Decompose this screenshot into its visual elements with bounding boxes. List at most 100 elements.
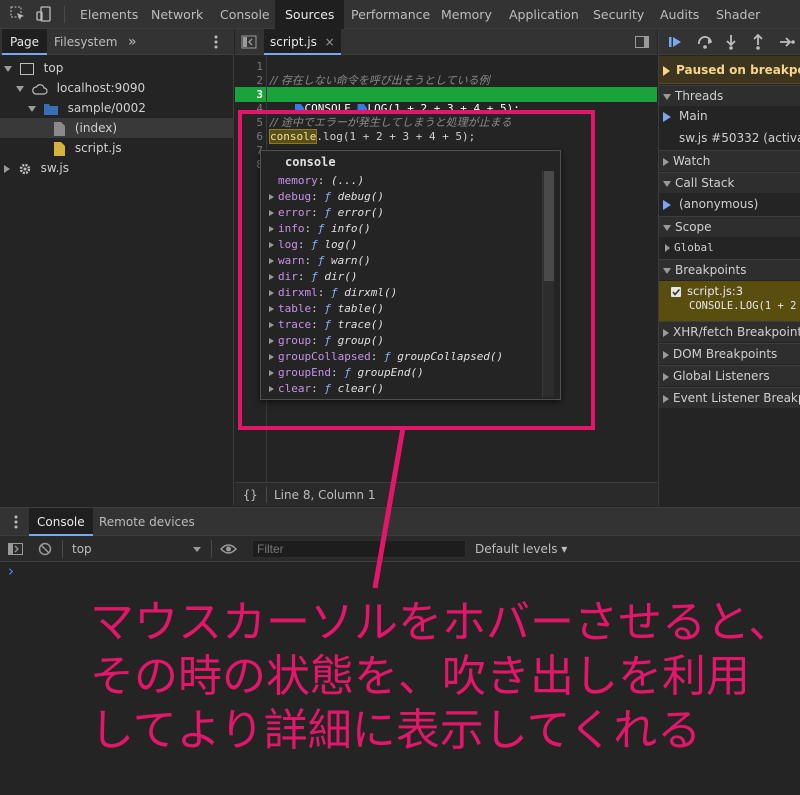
- tree-item-top[interactable]: top: [4, 58, 234, 78]
- line-number[interactable]: 2: [235, 74, 263, 88]
- chevron-down-icon[interactable]: [193, 547, 201, 552]
- tab-application[interactable]: Application: [499, 0, 589, 29]
- section-watch[interactable]: Watch: [659, 150, 800, 171]
- step-into-icon[interactable]: [725, 34, 737, 53]
- section-label: Threads: [675, 89, 724, 103]
- cursor-position: Line 8, Column 1: [274, 488, 376, 502]
- scope-global[interactable]: Global: [659, 237, 800, 258]
- drawer-tab-console[interactable]: Console: [29, 508, 93, 536]
- inspect-element-icon[interactable]: [10, 6, 26, 22]
- expand-arrow-icon: [663, 93, 671, 100]
- tree-item-sw[interactable]: sw.js: [4, 158, 234, 178]
- tab-elements[interactable]: Elements: [70, 0, 148, 29]
- device-toolbar-icon[interactable]: [36, 6, 52, 22]
- paused-icon: [663, 65, 670, 76]
- tree-item-index[interactable]: (index): [0, 118, 234, 138]
- tree-item-script[interactable]: script.js: [54, 138, 234, 158]
- section-label: Watch: [673, 154, 711, 168]
- paused-banner: Paused on breakpoint: [659, 56, 800, 84]
- close-tab-button[interactable]: ×: [325, 35, 335, 49]
- file-icon: [54, 121, 65, 136]
- more-tabs-button[interactable]: »: [120, 29, 145, 55]
- section-label: Global Listeners: [673, 369, 770, 383]
- thread-main[interactable]: Main: [659, 106, 800, 127]
- scope-label: Global: [674, 241, 714, 254]
- expand-arrow-icon: [663, 224, 671, 231]
- tab-security[interactable]: Security: [583, 0, 654, 29]
- collapse-arrow-icon: [663, 394, 669, 403]
- section-label: XHR/fetch Breakpoints: [673, 325, 800, 339]
- drawer-tab-remote-devices[interactable]: Remote devices: [91, 508, 203, 536]
- section-breakpoints[interactable]: Breakpoints: [659, 259, 800, 280]
- debugger-toolbar: [659, 29, 800, 55]
- status-divider: [266, 487, 267, 503]
- tab-memory[interactable]: Memory: [431, 0, 502, 29]
- drawer-menu-icon[interactable]: [14, 514, 18, 530]
- tab-label: script.js: [270, 35, 317, 49]
- call-frame[interactable]: (anonymous): [659, 194, 800, 215]
- step-over-icon[interactable]: [696, 34, 714, 53]
- collapse-arrow-icon: [663, 372, 669, 381]
- folder-icon: [43, 103, 58, 115]
- step-out-icon[interactable]: [752, 33, 764, 53]
- tree-label: (index): [74, 121, 118, 135]
- section-event-listener-breakpoints[interactable]: Event Listener Breakpoints: [659, 387, 800, 408]
- console-filter-input[interactable]: [252, 540, 466, 558]
- thread-sw[interactable]: sw.js #50332 (activated): [659, 128, 800, 149]
- tab-audits[interactable]: Audits: [650, 0, 709, 29]
- expand-arrow-icon: [663, 180, 671, 187]
- tree-item-folder[interactable]: sample/0002: [28, 98, 234, 118]
- navigator-tab-bar: Page Filesystem »: [0, 29, 234, 55]
- live-expression-eye-icon[interactable]: [219, 542, 238, 559]
- breakpoint-code: CONSOLE.LOG(1 + 2 + 3 + 4 + 5);: [689, 300, 800, 312]
- annotation-caption: マウスカーソルをホバーさせると、 その時の状態を、吹き出しを利用 してより詳細に…: [90, 596, 792, 758]
- toggle-debugger-icon[interactable]: [635, 35, 649, 49]
- log-levels-dropdown[interactable]: Default levels ▾: [475, 536, 567, 562]
- step-icon[interactable]: [779, 34, 795, 53]
- section-label: DOM Breakpoints: [673, 347, 778, 361]
- section-threads[interactable]: Threads: [659, 85, 800, 106]
- section-global-listeners[interactable]: Global Listeners: [659, 365, 800, 386]
- show-sidebar-icon[interactable]: [8, 542, 23, 559]
- tree-item-localhost[interactable]: localhost:9090: [16, 78, 234, 98]
- console-prompt[interactable]: ›: [8, 562, 14, 580]
- section-xhr-breakpoints[interactable]: XHR/fetch Breakpoints: [659, 321, 800, 342]
- breakpoint-item[interactable]: script.js:3 CONSOLE.LOG(1 + 2 + 3 + 4 + …: [659, 281, 800, 321]
- tree-label: sw.js: [40, 161, 70, 175]
- thread-label: Main: [679, 109, 708, 123]
- context-selector[interactable]: top: [72, 536, 92, 562]
- more-options-icon[interactable]: [214, 34, 218, 50]
- toolbar-divider: [64, 6, 65, 23]
- code-line-3: CONSOLE. LOG(1 + 2 + 3 + 4 + 5);: [268, 88, 520, 115]
- pretty-print-button[interactable]: {}: [243, 483, 257, 507]
- section-label: Breakpoints: [675, 263, 747, 277]
- file-navigator: Page Filesystem » top localhost:9090 sam…: [0, 29, 234, 506]
- line-number[interactable]: 1: [235, 60, 263, 74]
- tab-performance[interactable]: Performance: [341, 0, 440, 29]
- tab-console[interactable]: Console: [210, 0, 280, 29]
- tab-page[interactable]: Page: [2, 29, 48, 55]
- section-call-stack[interactable]: Call Stack: [659, 172, 800, 193]
- editor-tab-bar: script.js ×: [235, 29, 657, 55]
- resume-icon[interactable]: [667, 34, 683, 53]
- tab-shader-editor[interactable]: Shader Editor: [706, 0, 800, 51]
- expand-arrow-icon: [663, 267, 671, 274]
- toggle-navigator-icon[interactable]: [241, 34, 257, 50]
- line-number-breakpoint[interactable]: 3: [235, 88, 263, 102]
- section-scope[interactable]: Scope: [659, 216, 800, 237]
- breakpoint-checkbox[interactable]: [671, 287, 681, 297]
- debugger-sidebar: Paused on breakpoint Threads Main sw.js …: [658, 29, 800, 506]
- tab-script-js[interactable]: script.js ×: [264, 29, 341, 55]
- cloud-icon: [31, 83, 48, 95]
- section-dom-breakpoints[interactable]: DOM Breakpoints: [659, 343, 800, 364]
- clear-console-icon[interactable]: [38, 542, 52, 559]
- tab-network[interactable]: Network: [141, 0, 213, 29]
- tree-label: top: [43, 61, 64, 75]
- toolbar-divider: [211, 540, 212, 558]
- tab-sources[interactable]: Sources: [275, 0, 345, 29]
- tree-label: script.js: [74, 141, 122, 155]
- devtools-tab-bar: Elements Network Console Sources Perform…: [0, 0, 800, 51]
- tab-filesystem[interactable]: Filesystem: [46, 29, 125, 55]
- collapse-arrow-icon: [663, 350, 669, 359]
- code-line-2: // 存在しない命令を呼び出そうとしている例: [270, 74, 490, 87]
